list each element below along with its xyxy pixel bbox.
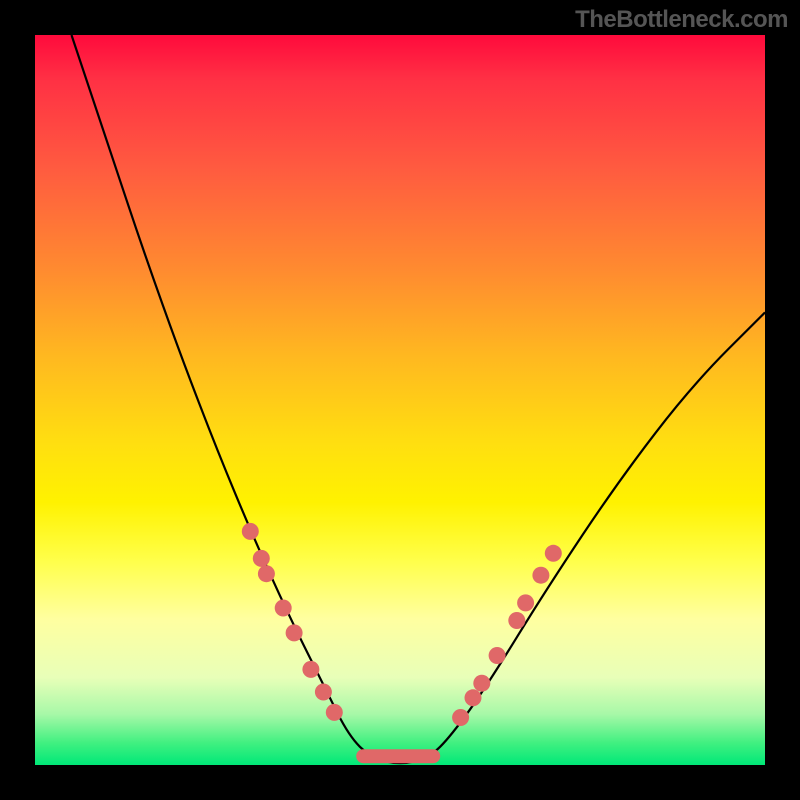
plot-area [35,35,765,765]
data-point [489,647,506,664]
data-point [315,684,332,701]
data-point [465,689,482,706]
markers-right-group [452,545,562,726]
bottleneck-curve [72,35,766,763]
data-point [286,624,303,641]
data-point [452,709,469,726]
data-point [473,675,490,692]
data-point [532,567,549,584]
watermark-text: TheBottleneck.com [575,6,788,34]
chart-svg [35,35,765,765]
data-point [275,600,292,617]
data-point [242,523,259,540]
data-point [545,545,562,562]
data-point [253,550,270,567]
data-point [258,565,275,582]
flat-minimum-segment [356,749,440,763]
data-point [517,594,534,611]
data-point [326,704,343,721]
data-point [508,612,525,629]
data-point [302,661,319,678]
